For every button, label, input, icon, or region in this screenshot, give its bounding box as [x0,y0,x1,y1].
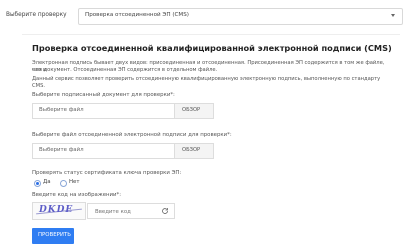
chevron-down-icon [391,14,395,17]
refresh-icon[interactable] [161,207,169,215]
signature-browse-label: ОБЗОР [182,147,201,153]
signature-browse-button[interactable]: ОБЗОР [174,143,214,159]
intro-line-3: Данный сервис позволяет проверить отсоед… [32,76,381,89]
document-browse-button[interactable]: ОБЗОР [174,103,214,119]
submit-label: ПРОВЕРИТЬ [38,232,71,238]
signature-label: Выберите файл отсоединенной электронной … [32,132,232,138]
captcha-label: Введите код на изображении*: [32,192,122,198]
captcha-text: DKDE [39,205,74,215]
check-type-select[interactable]: Проверка отсоединенной ЭП (CMS) [78,8,403,25]
check-type-value: Проверка отсоединенной ЭП (CMS) [85,12,189,18]
captcha-image: DKDE [32,202,86,220]
signature-file-input[interactable]: Выберите файл [32,143,175,159]
signature-file-placeholder: Выберите файл [39,147,84,153]
top-bar: Выберите проверку Проверка отсоединенной… [0,0,417,36]
radio-yes[interactable] [34,180,41,187]
document-browse-label: ОБЗОР [182,107,201,113]
radio-no-label: Нет [69,179,80,185]
document-file-input[interactable]: Выберите файл [32,103,175,119]
document-label: Выберите подписанный документ для провер… [32,92,175,98]
main-panel: Проверка отсоединенной квалифицированной… [22,34,400,244]
document-file-placeholder: Выберите файл [39,107,84,113]
page-title: Проверка отсоединенной квалифицированной… [32,43,392,53]
intro-line-2: сам документ. Отсоединенная ЭП содержитс… [32,67,218,73]
check-type-label: Выберите проверку [6,12,67,18]
captcha-code-field[interactable] [87,203,175,219]
radio-no[interactable] [60,180,67,187]
radio-yes-label: Да [43,179,51,185]
certificate-status-label: Проверять статус сертификата ключа прове… [32,170,182,176]
captcha-code-input[interactable] [93,206,157,217]
